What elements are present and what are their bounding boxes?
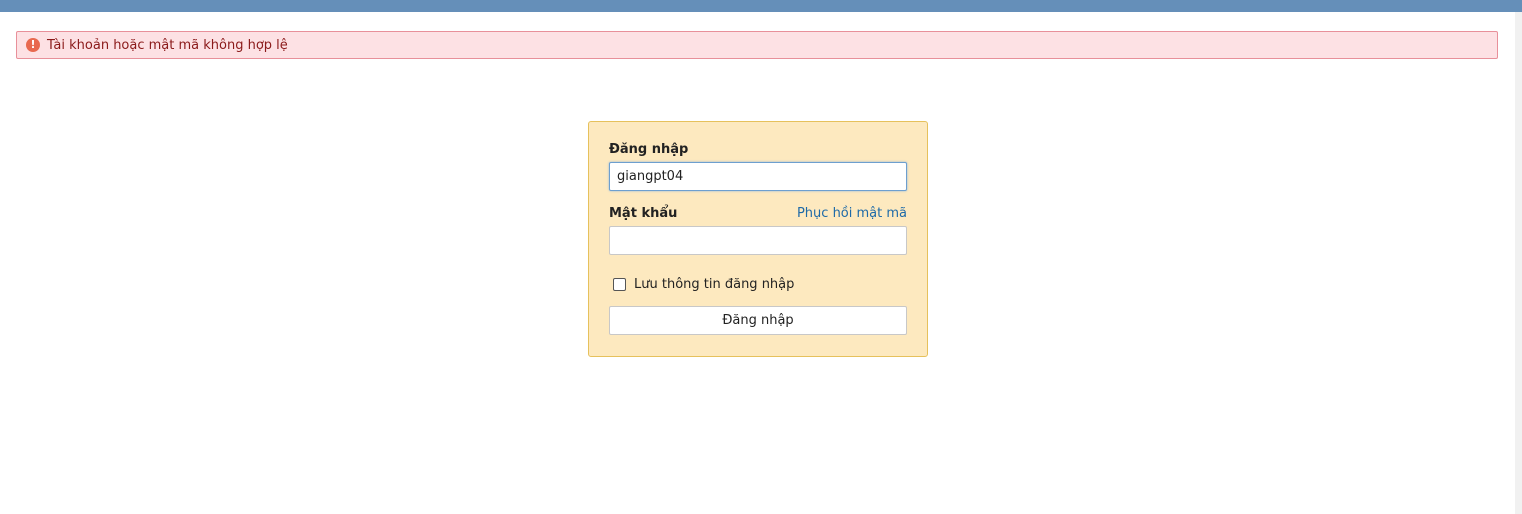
recover-password-link[interactable]: Phục hồi mật mã (797, 206, 907, 221)
remember-checkbox[interactable] (613, 278, 626, 291)
password-label: Mật khẩu (609, 206, 678, 221)
error-message: Tài khoản hoặc mật mã không hợp lệ (47, 37, 288, 53)
login-button[interactable]: Đăng nhập (609, 306, 907, 335)
username-label: Đăng nhập (609, 142, 689, 157)
remember-label: Lưu thông tin đăng nhập (634, 277, 795, 292)
error-alert: ! Tài khoản hoặc mật mã không hợp lệ (16, 31, 1498, 59)
password-input[interactable] (609, 226, 907, 255)
remember-login-option[interactable]: Lưu thông tin đăng nhập (613, 277, 794, 292)
scrollbar[interactable] (1515, 12, 1522, 514)
username-input[interactable] (609, 162, 907, 191)
header-bar (0, 0, 1522, 12)
exclamation-circle-icon: ! (26, 38, 40, 52)
login-panel: Đăng nhập Mật khẩu Phục hồi mật mã Lưu t… (588, 121, 928, 357)
